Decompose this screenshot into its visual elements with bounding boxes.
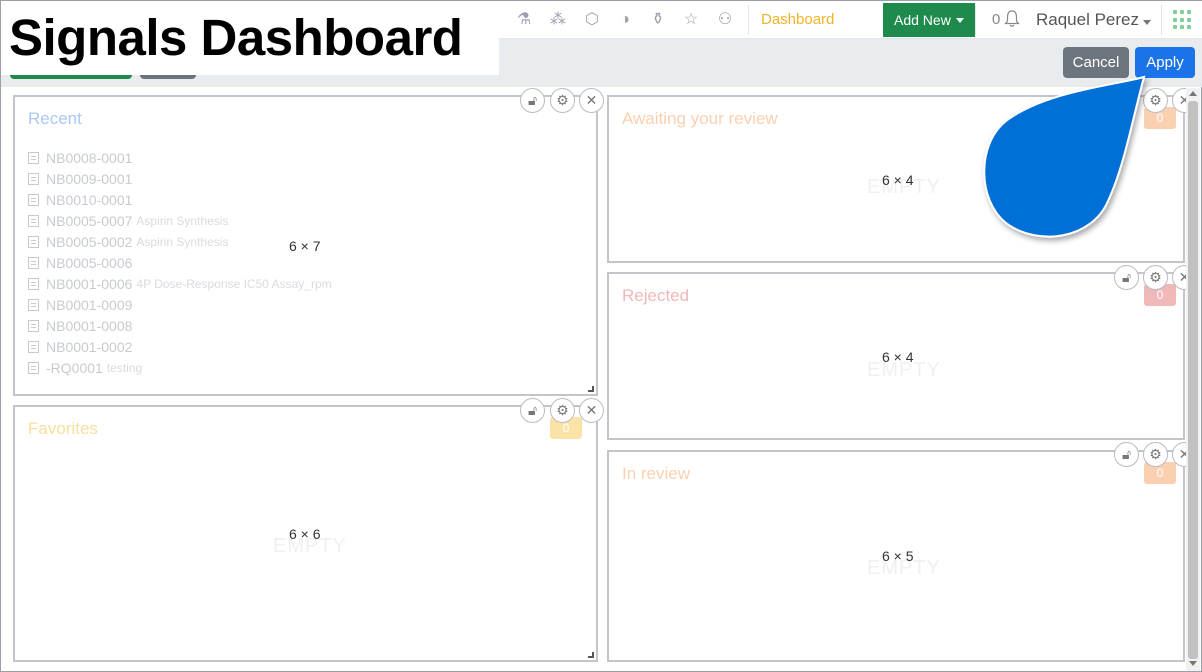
recent-list-item[interactable]: NB0010-0001 — [28, 189, 332, 210]
scroll-up-arrow-icon[interactable] — [1189, 91, 1197, 96]
unlock-icon[interactable]: 🔓︎ — [1114, 265, 1139, 290]
chevron-down-icon — [956, 18, 964, 23]
recent-list-item[interactable]: NB0001-0009 — [28, 294, 332, 315]
notebook-icon — [28, 193, 39, 206]
title-banner: Signals Dashboard — [1, 1, 499, 75]
add-new-label: Add New — [894, 12, 951, 28]
page-title: Signals Dashboard — [9, 9, 463, 66]
panel-title: In review — [622, 464, 691, 483]
recent-item-id: -RQ0001 — [46, 359, 103, 376]
scrollbar-thumb[interactable] — [1188, 101, 1198, 659]
unlock-icon[interactable]: 🔓︎ — [1114, 442, 1139, 467]
panel-title: Rejected — [622, 286, 690, 305]
recent-item-id: NB0001-0008 — [46, 317, 133, 334]
recent-panel[interactable]: Recent NB0008-0001 NB0009-0001 NB0010-0001… — [13, 95, 598, 396]
recent-item-id: NB0008-0001 — [46, 149, 133, 166]
panel-size-label: 6 × 7 — [289, 238, 321, 254]
gear-icon[interactable]: ⚙ — [550, 88, 575, 113]
notebook-icon — [28, 256, 39, 269]
shield-icon[interactable]: ◑ — [615, 10, 635, 30]
notebook-icon — [28, 277, 39, 290]
callout-pointer-icon — [983, 75, 1146, 238]
gear-icon[interactable]: ⚙ — [1143, 265, 1168, 290]
panel-size-label: 6 × 6 — [289, 526, 321, 542]
flask-icon[interactable]: ⚱ — [648, 10, 668, 30]
recent-item-id: NB0010-0001 — [46, 191, 133, 208]
recent-item-description: Aspirin Synthesis — [136, 234, 229, 249]
rejected-panel[interactable]: Rejected 0 EMPTY 6 × 4 — [607, 272, 1185, 440]
user-menu[interactable]: Raquel Perez — [1036, 10, 1139, 30]
panel-title: Awaiting your review — [622, 109, 778, 128]
notebook-icon — [28, 151, 39, 164]
recent-list-item[interactable]: NB0001-0002 — [28, 336, 332, 357]
window-frame: ⚗ ⁂ ⬡ ◑ ⚱ ☆ ⚇ Dashboard Add New 0 Raquel… — [0, 0, 1202, 672]
resize-handle[interactable] — [588, 386, 594, 392]
recent-list-item[interactable]: NB0009-0001 — [28, 168, 332, 189]
hexagon-icon[interactable]: ⬡ — [582, 10, 602, 30]
recent-list: NB0008-0001 NB0009-0001 NB0010-0001 NB0005-… — [28, 147, 332, 378]
notebook-icon — [28, 172, 39, 185]
recent-list-item[interactable]: NB0005-0006 — [28, 252, 332, 273]
dashboard-link[interactable]: Dashboard — [761, 11, 834, 28]
notebook-icon — [28, 298, 39, 311]
bell-icon[interactable] — [1004, 10, 1020, 28]
nav-divider — [748, 5, 749, 35]
recent-list-item[interactable]: NB0001-0006 4P Dose-Response IC50 Assay_r… — [28, 273, 332, 294]
recent-item-id: NB0001-0002 — [46, 338, 133, 355]
star-icon[interactable]: ☆ — [681, 10, 701, 30]
recent-list-item[interactable]: NB0001-0008 — [28, 315, 332, 336]
request-icon — [28, 361, 39, 374]
recent-item-id: NB0005-0006 — [46, 254, 133, 271]
panel-size-label: 6 × 4 — [882, 349, 914, 365]
flask-rack-icon[interactable]: ⚗ — [514, 10, 534, 30]
recent-item-description: Aspirin Synthesis — [136, 213, 229, 228]
resize-handle[interactable] — [588, 652, 594, 658]
nav-divider — [1161, 5, 1162, 35]
recent-item-id: NB0009-0001 — [46, 170, 133, 187]
recent-list-item[interactable]: NB0005-0007 Aspirin Synthesis — [28, 210, 332, 231]
notebook-icon — [28, 319, 39, 332]
recent-list-item[interactable]: NB0008-0001 — [28, 147, 332, 168]
close-icon[interactable]: ✕ — [579, 398, 604, 423]
panel-size-label: 6 × 5 — [882, 548, 914, 564]
recent-list-item[interactable]: NB0005-0002 Aspirin Synthesis — [28, 231, 332, 252]
nav-divider — [975, 5, 976, 35]
recent-item-id: NB0005-0002 — [46, 233, 133, 250]
recent-item-id: NB0001-0006 — [46, 275, 133, 292]
recent-item-id: NB0001-0009 — [46, 296, 133, 313]
user-icon[interactable]: ⚇ — [715, 10, 735, 30]
panel-title: Recent — [28, 109, 82, 128]
close-icon[interactable]: ✕ — [579, 88, 604, 113]
recent-item-description: 4P Dose-Response IC50 Assay_rpm — [136, 276, 332, 291]
gear-icon[interactable]: ⚙ — [550, 398, 575, 423]
scroll-down-arrow-icon[interactable] — [1189, 661, 1197, 666]
in-review-panel[interactable]: In review 0 EMPTY 6 × 5 — [607, 450, 1185, 662]
recent-item-id: NB0005-0007 — [46, 212, 133, 229]
app-launcher-icon[interactable] — [1173, 10, 1193, 30]
notification-count[interactable]: 0 — [992, 11, 1000, 28]
notebook-icon — [28, 214, 39, 227]
gear-icon[interactable]: ⚙ — [1143, 442, 1168, 467]
recent-item-description: testing — [106, 360, 143, 375]
notebook-icon — [28, 340, 39, 353]
chevron-down-icon[interactable] — [1143, 20, 1151, 25]
favorites-panel[interactable]: Favorites 0 EMPTY 6 × 6 — [13, 405, 598, 662]
recent-list-item[interactable]: -RQ0001 testing — [28, 357, 332, 378]
unlock-icon[interactable]: 🔓︎ — [520, 88, 545, 113]
unlock-icon[interactable]: 🔓︎ — [520, 398, 545, 423]
notebook-icon — [28, 235, 39, 248]
molecule-icon[interactable]: ⁂ — [548, 10, 568, 30]
panel-size-label: 6 × 4 — [882, 172, 914, 188]
panel-title: Favorites — [28, 419, 98, 438]
add-new-button[interactable]: Add New — [883, 3, 975, 37]
